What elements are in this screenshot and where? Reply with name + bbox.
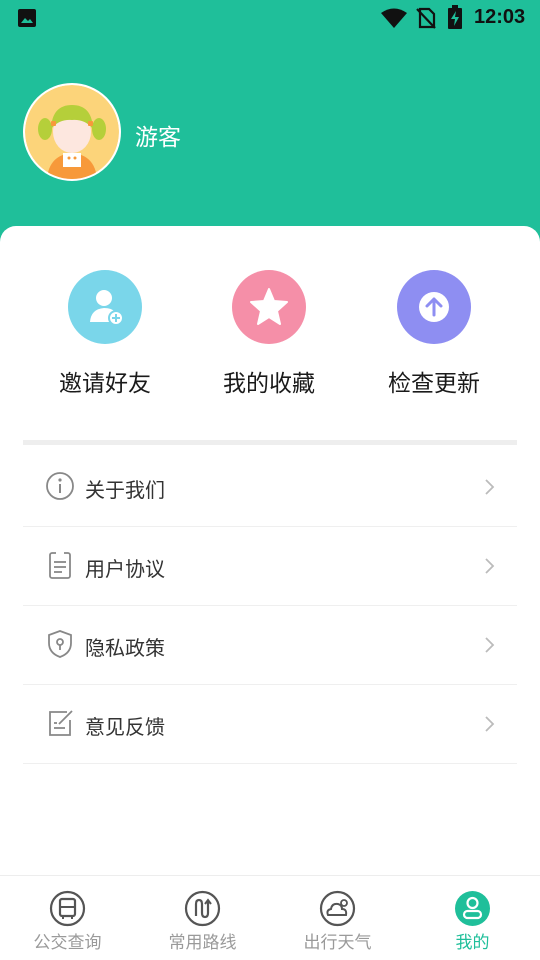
bus-icon: [49, 890, 86, 927]
star-icon: [250, 288, 288, 325]
menu-item-user-agreement[interactable]: 用户协议: [23, 527, 517, 606]
route-icon: [184, 890, 221, 927]
chevron-right-icon: [485, 479, 495, 495]
chevron-right-icon: [485, 558, 495, 574]
username: 游客: [135, 125, 181, 151]
favorites-label: 我的收藏: [223, 371, 315, 397]
tab-common-routes[interactable]: 常用路线: [135, 876, 270, 960]
chevron-right-icon: [485, 637, 495, 653]
check-update-label: 检查更新: [388, 371, 480, 397]
tab-travel-weather[interactable]: 出行天气: [270, 876, 405, 960]
profile-header: 12:03 游客: [0, 0, 540, 250]
menu-item-label: 用户协议: [85, 557, 165, 581]
info-icon: [46, 472, 74, 500]
tab-label: 出行天气: [303, 933, 372, 953]
chevron-right-icon: [485, 716, 495, 732]
section-divider: [23, 440, 517, 445]
edit-note-icon: [49, 710, 73, 736]
menu-item-label: 意见反馈: [85, 715, 165, 739]
arrow-up-icon: [419, 292, 449, 322]
tab-bus-query[interactable]: 公交查询: [0, 876, 135, 960]
invite-friends-button[interactable]: 邀请好友: [25, 270, 185, 398]
status-bar: 12:03: [0, 0, 540, 36]
add-user-icon: [90, 290, 124, 326]
user-icon: [455, 891, 490, 926]
favorites-circle: [232, 270, 306, 344]
check-update-circle: [397, 270, 471, 344]
menu-item-privacy[interactable]: 隐私政策: [23, 606, 517, 685]
menu-item-about[interactable]: 关于我们: [23, 448, 517, 527]
menu-item-label: 隐私政策: [85, 636, 165, 660]
document-icon: [49, 551, 71, 579]
battery-charging-icon: [448, 5, 462, 29]
check-update-button[interactable]: 检查更新: [354, 270, 514, 398]
invite-friends-label: 邀请好友: [59, 371, 151, 397]
status-time: 12:03: [474, 6, 526, 28]
avatar[interactable]: [23, 83, 121, 181]
tab-label: 我的: [455, 933, 490, 953]
image-icon: [18, 9, 36, 27]
menu-item-label: 关于我们: [85, 478, 165, 502]
shield-lock-icon: [48, 630, 72, 658]
girl-avatar-icon: [25, 85, 119, 179]
tab-label: 常用路线: [168, 933, 237, 953]
menu-item-feedback[interactable]: 意见反馈: [23, 685, 517, 764]
wifi-icon: [381, 8, 407, 28]
tab-label: 公交查询: [33, 933, 102, 953]
no-sim-icon: [416, 7, 436, 29]
weather-icon: [319, 890, 356, 927]
bottom-tab-bar: 公交查询 常用路线 出行天气 我的: [0, 875, 540, 960]
invite-friends-circle: [68, 270, 142, 344]
profile-card: 邀请好友 我的收藏 检查更新 关于我们 用户协议 隐私政策 意见反馈: [0, 226, 540, 886]
tab-mine[interactable]: 我的: [405, 876, 540, 960]
favorites-button[interactable]: 我的收藏: [189, 270, 349, 398]
